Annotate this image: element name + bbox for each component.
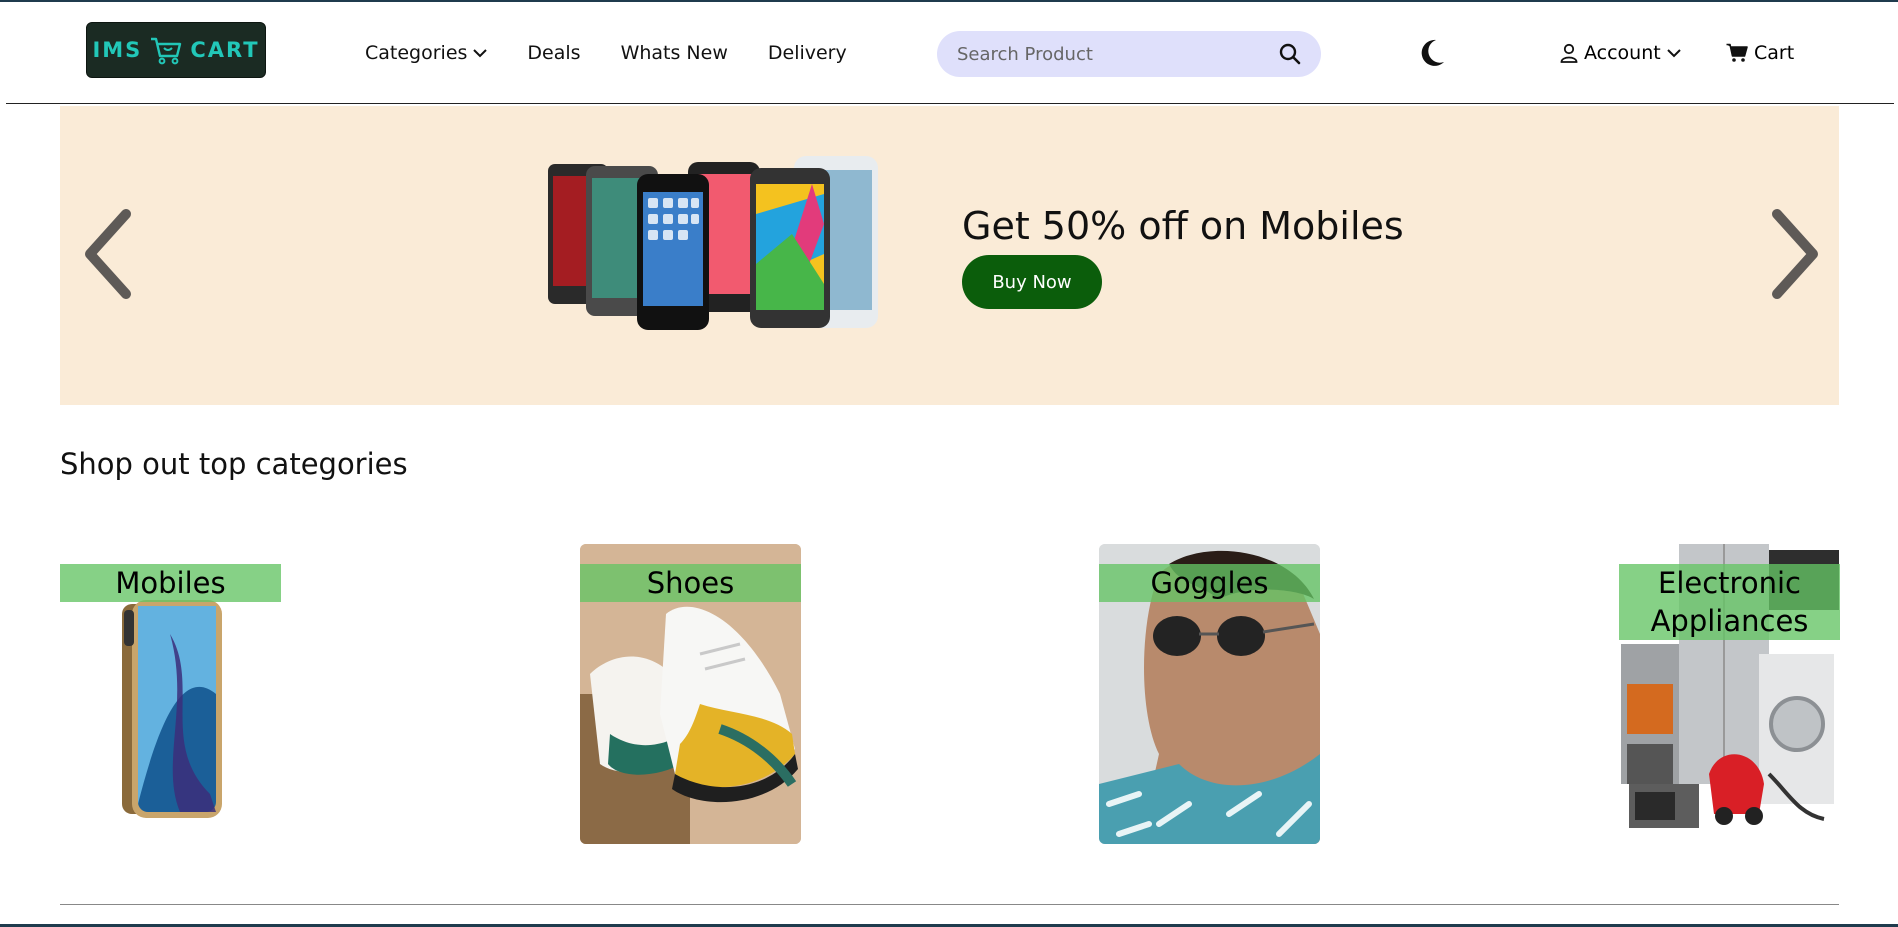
buy-now-button[interactable]: Buy Now xyxy=(962,255,1102,309)
cart-icon xyxy=(1726,43,1748,62)
category-label: Mobiles xyxy=(60,564,281,602)
search-icon[interactable] xyxy=(1279,43,1301,65)
category-card-mobiles[interactable]: Mobiles xyxy=(60,544,281,844)
category-label: Goggles xyxy=(1099,564,1320,602)
cart-label: Cart xyxy=(1754,42,1795,64)
user-icon xyxy=(1560,43,1578,63)
nav-item-categories[interactable]: Categories xyxy=(365,42,488,64)
hero-banner: Get 50% off on Mobiles Buy Now xyxy=(60,106,1839,405)
site-logo[interactable]: IMS CART xyxy=(86,22,266,78)
category-card-goggles[interactable]: Goggles xyxy=(1099,544,1320,844)
nav-item-label: Delivery xyxy=(767,42,847,64)
header-divider xyxy=(6,103,1894,104)
category-label: Electronic Appliances xyxy=(1619,564,1840,640)
chevron-right-icon[interactable] xyxy=(1765,206,1825,302)
section-divider xyxy=(60,904,1839,905)
chevron-down-icon xyxy=(1667,49,1681,58)
cart-logo-icon xyxy=(151,37,182,65)
moon-icon[interactable] xyxy=(1418,38,1446,68)
logo-text-left: IMS xyxy=(92,38,143,62)
site-header: IMS CART Categories Deals Whats New Deli… xyxy=(0,2,1898,104)
chevron-left-icon[interactable] xyxy=(78,206,138,302)
category-card-shoes[interactable]: Shoes xyxy=(580,544,801,844)
page: IMS CART Categories Deals Whats New Deli… xyxy=(0,0,1898,927)
category-card-electronic-appliances[interactable]: Electronic Appliances xyxy=(1619,544,1840,844)
nav-item-label: Categories xyxy=(365,42,468,64)
chevron-down-icon xyxy=(473,49,488,58)
nav-item-label: Deals xyxy=(527,42,581,64)
logo-text-right: CART xyxy=(190,38,260,62)
nav-item-delivery[interactable]: Delivery xyxy=(768,42,847,64)
nav-item-label: Whats New xyxy=(620,42,728,64)
search-input[interactable] xyxy=(957,43,1279,65)
account-menu[interactable]: Account xyxy=(1560,42,1681,64)
search-bar xyxy=(937,31,1321,77)
account-label: Account xyxy=(1584,42,1661,64)
main-nav: Categories Deals Whats New Delivery xyxy=(365,42,887,64)
hero-title: Get 50% off on Mobiles xyxy=(962,204,1404,248)
mobiles-promo-image xyxy=(548,156,878,330)
nav-item-deals[interactable]: Deals xyxy=(527,42,580,64)
cart-link[interactable]: Cart xyxy=(1726,42,1794,64)
category-label: Shoes xyxy=(580,564,801,602)
nav-item-whats-new[interactable]: Whats New xyxy=(621,42,728,64)
section-title: Shop out top categories xyxy=(60,447,408,481)
